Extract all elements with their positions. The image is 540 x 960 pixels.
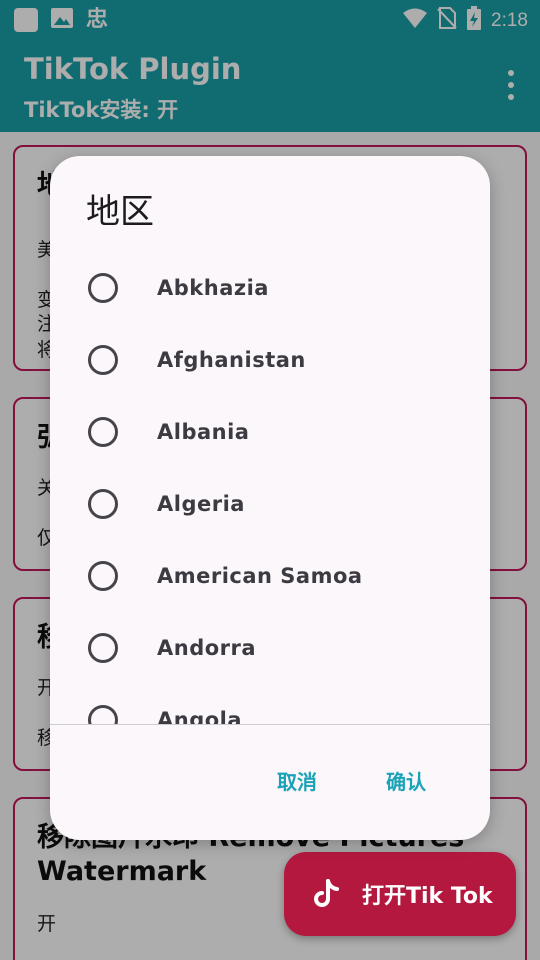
tiktok-icon	[314, 879, 339, 907]
region-option[interactable]: Afghanistan	[50, 324, 490, 396]
radio-button[interactable]	[88, 561, 118, 591]
region-option-label: Angola	[157, 708, 243, 724]
radio-button[interactable]	[88, 705, 118, 724]
region-option[interactable]: Angola	[50, 684, 490, 724]
radio-button[interactable]	[88, 633, 118, 663]
radio-button[interactable]	[88, 345, 118, 375]
region-option-label: Albania	[157, 420, 250, 444]
region-option-label: Algeria	[157, 492, 245, 516]
region-option[interactable]: Albania	[50, 396, 490, 468]
region-option-list[interactable]: Abkhazia Afghanistan Albania Algeria Ame…	[50, 252, 490, 724]
cancel-button[interactable]: 取消	[277, 766, 317, 795]
radio-button[interactable]	[88, 273, 118, 303]
region-option[interactable]: Andorra	[50, 612, 490, 684]
region-option-label: Abkhazia	[157, 276, 269, 300]
region-option[interactable]: Abkhazia	[50, 252, 490, 324]
dialog-title: 地区	[86, 192, 154, 232]
open-tiktok-button[interactable]: 打开Tik Tok	[284, 852, 516, 936]
region-option-label: Andorra	[157, 636, 257, 660]
region-option-label: Afghanistan	[157, 348, 306, 372]
dialog-divider	[50, 724, 490, 725]
confirm-button[interactable]: 确认	[386, 766, 426, 795]
region-option[interactable]: American Samoa	[50, 540, 490, 612]
radio-button[interactable]	[88, 489, 118, 519]
region-dialog: 地区 Abkhazia Afghanistan Albania Algeria …	[50, 156, 490, 840]
region-option[interactable]: Algeria	[50, 468, 490, 540]
radio-button[interactable]	[88, 417, 118, 447]
fab-label: 打开Tik Tok	[362, 884, 493, 909]
region-option-label: American Samoa	[157, 564, 363, 588]
